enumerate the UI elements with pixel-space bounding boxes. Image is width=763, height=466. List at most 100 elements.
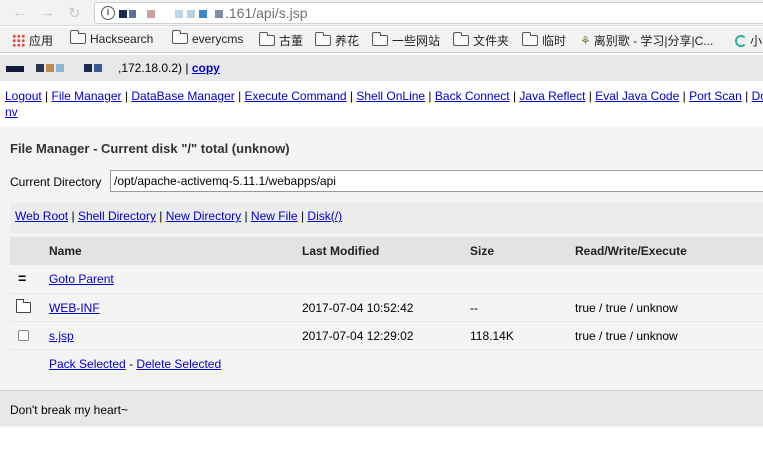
bookmark-label: 文件夹	[473, 34, 510, 48]
column-header-name[interactable]: Name	[49, 244, 82, 258]
redacted-block	[129, 10, 136, 18]
menu-java-reflect[interactable]: Java Reflect	[519, 89, 585, 103]
quick-links-bar: Web Root | Shell Directory | New Directo…	[10, 203, 763, 233]
page-title: File Manager - Current disk "/" total (u…	[10, 141, 290, 156]
delete-selected-link[interactable]: Delete Selected	[136, 357, 221, 371]
menu-eval-java-code[interactable]: Eval Java Code	[595, 89, 679, 103]
rwx-value: true / true / unknow	[575, 329, 678, 343]
last-modified-value: 2017-07-04 10:52:42	[302, 301, 414, 315]
folder-icon	[521, 32, 538, 46]
redacted-block	[147, 10, 155, 18]
disk-root-link[interactable]: Disk(/)	[307, 209, 342, 223]
menu-line-wrap: nv	[5, 105, 18, 119]
action-separator: -	[129, 357, 134, 371]
redacted-block	[199, 10, 207, 18]
url-text: .161/api/s.jsp	[225, 5, 308, 21]
menu-execute-command[interactable]: Execute Command	[245, 89, 347, 103]
plant-icon: ⚘	[580, 34, 591, 48]
menu-shell-online[interactable]: Shell OnLine	[356, 89, 425, 103]
bookmark-sites[interactable]: 一些网站	[371, 32, 441, 49]
table-row-parent: = Goto Parent	[10, 265, 763, 293]
bookmark-folder[interactable]: 文件夹	[452, 32, 510, 49]
menu-line: Logout | File Manager | DataBase Manager…	[5, 89, 763, 103]
redacted-block	[119, 10, 127, 18]
select-checkbox[interactable]	[18, 330, 29, 341]
menu-logout[interactable]: Logout	[5, 89, 42, 103]
column-header-size[interactable]: Size	[470, 244, 494, 258]
bulk-actions: Pack Selected - Delete Selected	[49, 357, 221, 371]
back-arrow-icon[interactable]: ←	[12, 4, 27, 21]
new-file-link[interactable]: New File	[251, 209, 298, 223]
bookmark-hacksearch[interactable]: Hacksearch	[69, 30, 154, 46]
folder-icon	[258, 32, 275, 46]
site-info-icon[interactable]: i	[101, 6, 115, 20]
bookmark-antiques[interactable]: 古董	[258, 32, 304, 49]
footer: Don't break my heart~	[0, 390, 763, 426]
bookmark-flowers[interactable]: 养花	[314, 32, 360, 49]
forward-arrow-icon[interactable]: →	[40, 4, 55, 21]
bookmark-label: 临时	[542, 34, 567, 48]
bookmark-blog[interactable]: ⚘ 离别歌 - 学习|分享|C...	[580, 32, 713, 49]
bookmark-temp[interactable]: 临时	[521, 32, 567, 49]
file-name-link[interactable]: s.jsp	[49, 329, 74, 343]
shell-directory-link[interactable]: Shell Directory	[78, 209, 156, 223]
redacted-block	[36, 64, 44, 72]
bookmark-everycms[interactable]: everycms	[171, 30, 244, 46]
column-header-rwx[interactable]: Read/Write/Execute	[575, 244, 687, 258]
redacted-block	[6, 66, 24, 72]
table-row: WEB-INF 2017-07-04 10:52:42 -- true / tr…	[10, 293, 763, 321]
bookmark-label: 古董	[279, 34, 304, 48]
bookmark-label: everycms	[192, 32, 244, 46]
parent-equals-icon: =	[18, 270, 27, 286]
folder-icon	[452, 32, 469, 46]
loop-icon	[735, 35, 747, 47]
bookmark-apps[interactable]: 应用	[12, 32, 53, 49]
folder-icon	[69, 30, 86, 44]
main-menu: Logout | File Manager | DataBase Manager…	[0, 82, 763, 126]
browser-address-row: ← → ↻ i .161/api/s.jsp	[0, 0, 763, 26]
last-modified-value: 2017-07-04 12:29:02	[302, 329, 414, 343]
redacted-block	[56, 64, 64, 72]
menu-back-connect[interactable]: Back Connect	[435, 89, 510, 103]
status-bar: ,172.18.0.2) | copy	[0, 55, 763, 81]
goto-parent-link[interactable]: Goto Parent	[49, 272, 114, 286]
file-name-link[interactable]: WEB-INF	[49, 301, 100, 315]
bookmark-overflow[interactable]: 小	[735, 32, 762, 49]
menu-database-manager[interactable]: DataBase Manager	[131, 89, 234, 103]
redacted-block	[94, 64, 102, 72]
reload-icon[interactable]: ↻	[68, 4, 81, 22]
size-value: --	[470, 301, 478, 315]
table-row: s.jsp 2017-07-04 12:29:02 118.14K true /…	[10, 321, 763, 349]
current-directory-input[interactable]	[110, 170, 763, 192]
current-directory-label: Current Directory	[10, 175, 102, 189]
folder-icon	[16, 299, 31, 313]
redacted-block	[175, 10, 183, 18]
size-value: 118.14K	[470, 329, 514, 343]
menu-overflow-wrap[interactable]: nv	[5, 105, 18, 119]
redacted-block	[46, 64, 54, 72]
bookmark-label: 离别歌 - 学习|分享|C...	[593, 34, 714, 48]
table-header: Name Last Modified Size Read/Write/Execu…	[10, 237, 763, 265]
redacted-block	[215, 10, 223, 18]
rwx-value: true / true / unknow	[575, 301, 678, 315]
bookmark-label: Hacksearch	[90, 32, 154, 46]
menu-overflow[interactable]: Do	[752, 89, 763, 103]
folder-icon	[314, 32, 331, 46]
column-header-last-modified[interactable]: Last Modified	[302, 244, 379, 258]
copy-link[interactable]: copy	[192, 61, 220, 75]
pack-selected-link[interactable]: Pack Selected	[49, 357, 126, 371]
web-root-link[interactable]: Web Root	[15, 209, 68, 223]
bulk-actions-row: Pack Selected - Delete Selected	[10, 349, 763, 377]
address-bar[interactable]: i .161/api/s.jsp	[94, 2, 763, 24]
apps-grid-icon	[12, 34, 25, 47]
bookmark-label: 小	[750, 34, 763, 48]
bookmark-label: 养花	[335, 34, 360, 48]
footer-text: Don't break my heart~	[10, 403, 129, 417]
redacted-block	[187, 10, 195, 18]
menu-file-manager[interactable]: File Manager	[52, 89, 122, 103]
bookmark-label: 一些网站	[392, 34, 441, 48]
folder-icon	[171, 30, 188, 44]
menu-port-scan[interactable]: Port Scan	[689, 89, 742, 103]
server-ip-text: ,172.18.0.2) | copy	[118, 61, 220, 75]
new-directory-link[interactable]: New Directory	[166, 209, 241, 223]
